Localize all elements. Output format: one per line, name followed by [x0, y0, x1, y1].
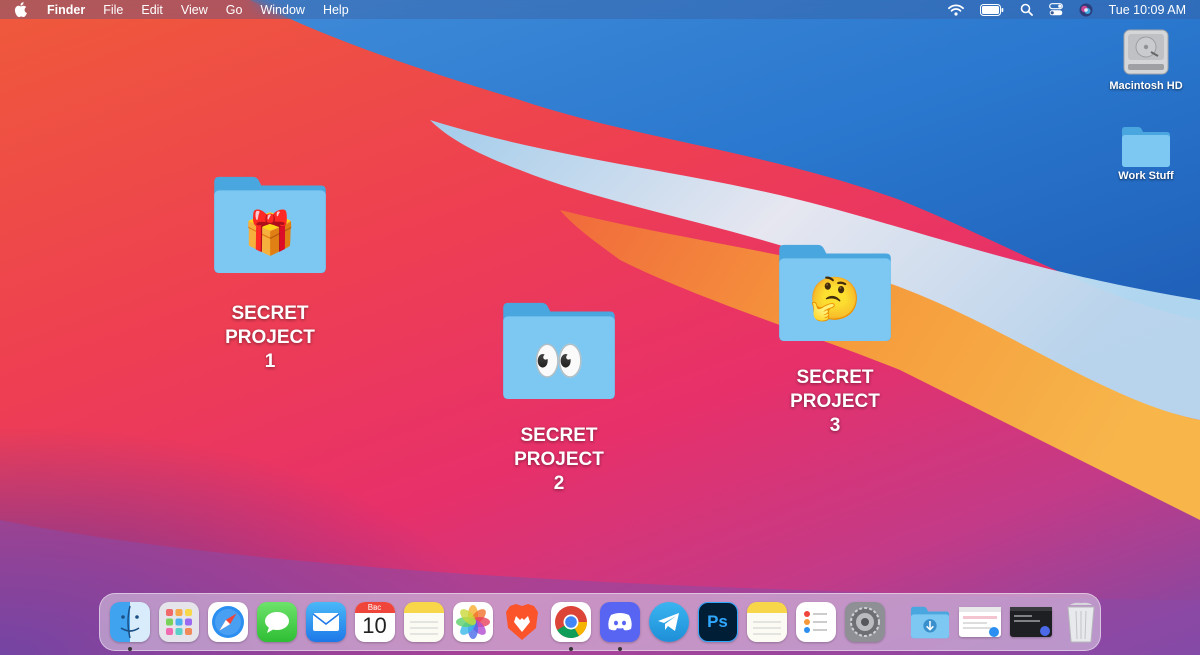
finder-icon[interactable] [109, 602, 150, 651]
photos-icon[interactable] [452, 602, 493, 642]
thinking-face-emoji-icon: 🤔 [808, 274, 862, 323]
label-line: PROJECT [790, 391, 880, 412]
running-indicator [568, 647, 573, 651]
secret-project-1-label: SECRET PROJECT 1 [200, 302, 340, 374]
menu-file[interactable]: File [103, 3, 123, 17]
secret-project-3-label: SECRET PROJECT 3 [765, 366, 905, 438]
minimized-browser-window-icon[interactable] [958, 607, 1001, 637]
discord-icon[interactable] [599, 602, 640, 651]
photoshop-badge-text: Ps [707, 612, 728, 631]
label-line: 2 [553, 473, 565, 494]
folder-icon [1122, 127, 1170, 167]
battery-icon[interactable] [979, 3, 1004, 16]
calendar-icon[interactable]: Bвс 10 [354, 602, 395, 642]
hard-drive-icon [1123, 29, 1169, 75]
calendar-month: Bвс [354, 602, 395, 613]
menu-bar: Finder File Edit View Go Window Help Tue… [0, 0, 1200, 19]
reminders-icon[interactable] [795, 602, 836, 642]
desktop-folder-secret-project-2[interactable]: 👀 SECRET PROJECT 2 [489, 300, 629, 496]
dock: Bвс 10 Ps [99, 593, 1101, 651]
menu-app-name[interactable]: Finder [47, 3, 85, 17]
trash-icon[interactable] [1061, 602, 1101, 643]
minimized-terminal-window-icon[interactable] [1009, 607, 1052, 637]
notes-icon[interactable] [746, 602, 787, 642]
secret-project-2-label: SECRET PROJECT 2 [489, 424, 629, 496]
label-line: SECRET [520, 425, 598, 446]
apple-icon[interactable] [14, 2, 27, 17]
gift-emoji-icon: 🎁 [243, 208, 297, 257]
menu-window[interactable]: Window [260, 3, 304, 17]
downloads-folder-icon[interactable] [910, 602, 950, 642]
desktop-folder-secret-project-3[interactable]: 🤔 SECRET PROJECT 3 [765, 242, 905, 438]
macintosh-hd-label: Macintosh HD [1109, 80, 1183, 92]
running-indicator [617, 647, 622, 651]
menu-edit[interactable]: Edit [141, 3, 163, 17]
menu-view[interactable]: View [181, 3, 208, 17]
desktop-item-work-stuff[interactable]: Work Stuff [1102, 124, 1190, 182]
label-line: PROJECT [514, 449, 604, 470]
menu-help[interactable]: Help [323, 3, 349, 17]
desktop-item-macintosh-hd[interactable]: Macintosh HD [1102, 26, 1190, 92]
label-line: SECRET [231, 303, 309, 324]
desktop-folder-secret-project-1[interactable]: 🎁 SECRET PROJECT 1 [200, 174, 340, 374]
work-stuff-label: Work Stuff [1118, 170, 1174, 182]
menu-bar-clock[interactable]: Tue 10:09 AM [1109, 3, 1186, 17]
eyes-emoji-icon: 👀 [532, 336, 586, 385]
calendar-day: 10 [362, 613, 387, 638]
brave-icon[interactable] [502, 602, 542, 642]
spotlight-search-icon[interactable] [1020, 3, 1033, 16]
siri-icon[interactable] [1079, 3, 1093, 17]
photoshop-icon[interactable]: Ps [697, 602, 738, 642]
label-line: 3 [829, 415, 841, 436]
control-center-icon[interactable] [1048, 3, 1063, 16]
launchpad-icon[interactable] [158, 602, 199, 642]
menu-go[interactable]: Go [226, 3, 243, 17]
label-line: PROJECT [225, 327, 315, 348]
safari-icon[interactable] [207, 602, 248, 642]
mail-icon[interactable] [305, 602, 346, 642]
messages-icon[interactable] [256, 602, 297, 642]
system-preferences-icon[interactable] [844, 602, 885, 642]
label-line: 1 [264, 351, 276, 372]
chrome-icon[interactable] [550, 602, 591, 651]
wifi-icon[interactable] [947, 3, 964, 16]
running-indicator [127, 647, 132, 651]
telegram-icon[interactable] [648, 602, 689, 642]
notes-icon[interactable] [403, 602, 444, 642]
label-line: SECRET [796, 367, 874, 388]
